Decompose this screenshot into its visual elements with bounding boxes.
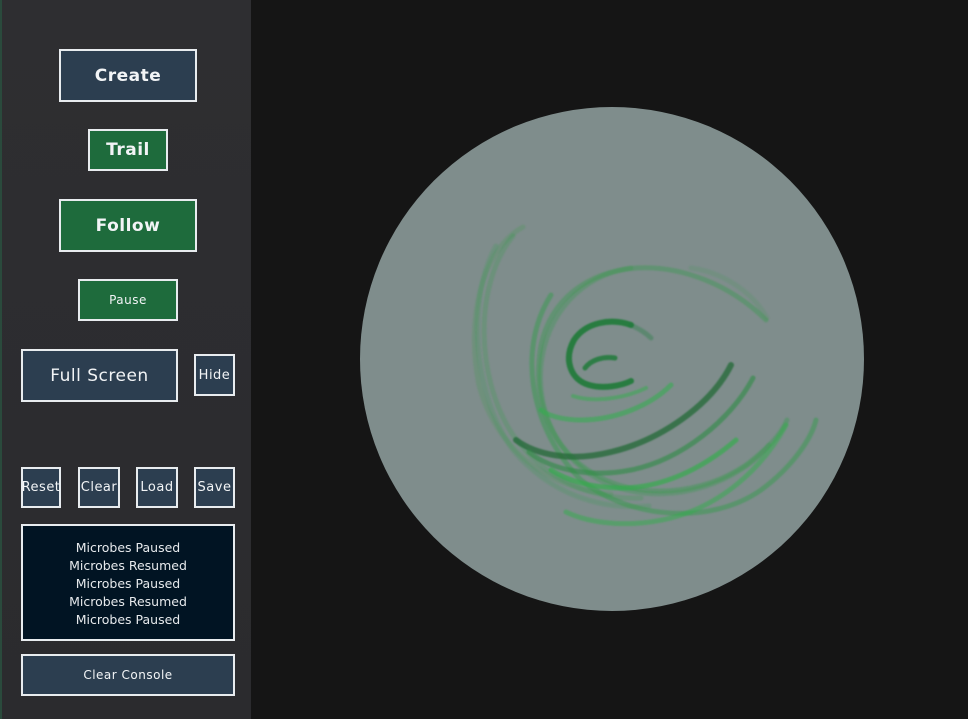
fullscreen-button[interactable]: Full Screen [21, 349, 178, 402]
console-line: Microbes Paused [75, 576, 181, 591]
clear-button[interactable]: Clear [78, 467, 120, 508]
control-sidebar: Create Trail Follow Pause Full Screen Hi… [0, 0, 251, 719]
petri-dish [360, 107, 864, 611]
trail-button[interactable]: Trail [88, 129, 168, 171]
console-line: Microbes Resumed [69, 594, 187, 609]
console-line: Microbes Resumed [69, 558, 187, 573]
create-button[interactable]: Create [59, 49, 197, 102]
console-line: Microbes Paused [75, 612, 181, 627]
console-line: Microbes Paused [75, 540, 181, 555]
hide-button[interactable]: Hide [194, 354, 235, 396]
pause-button[interactable]: Pause [78, 279, 178, 321]
load-button[interactable]: Load [136, 467, 178, 508]
clear-console-button[interactable]: Clear Console [21, 654, 235, 696]
save-button[interactable]: Save [194, 467, 235, 508]
app-root: Create Trail Follow Pause Full Screen Hi… [0, 0, 968, 719]
reset-button[interactable]: Reset [21, 467, 61, 508]
follow-button[interactable]: Follow [59, 199, 197, 252]
console-log: Microbes Paused Microbes Resumed Microbe… [21, 524, 235, 641]
simulation-canvas[interactable] [251, 0, 968, 719]
